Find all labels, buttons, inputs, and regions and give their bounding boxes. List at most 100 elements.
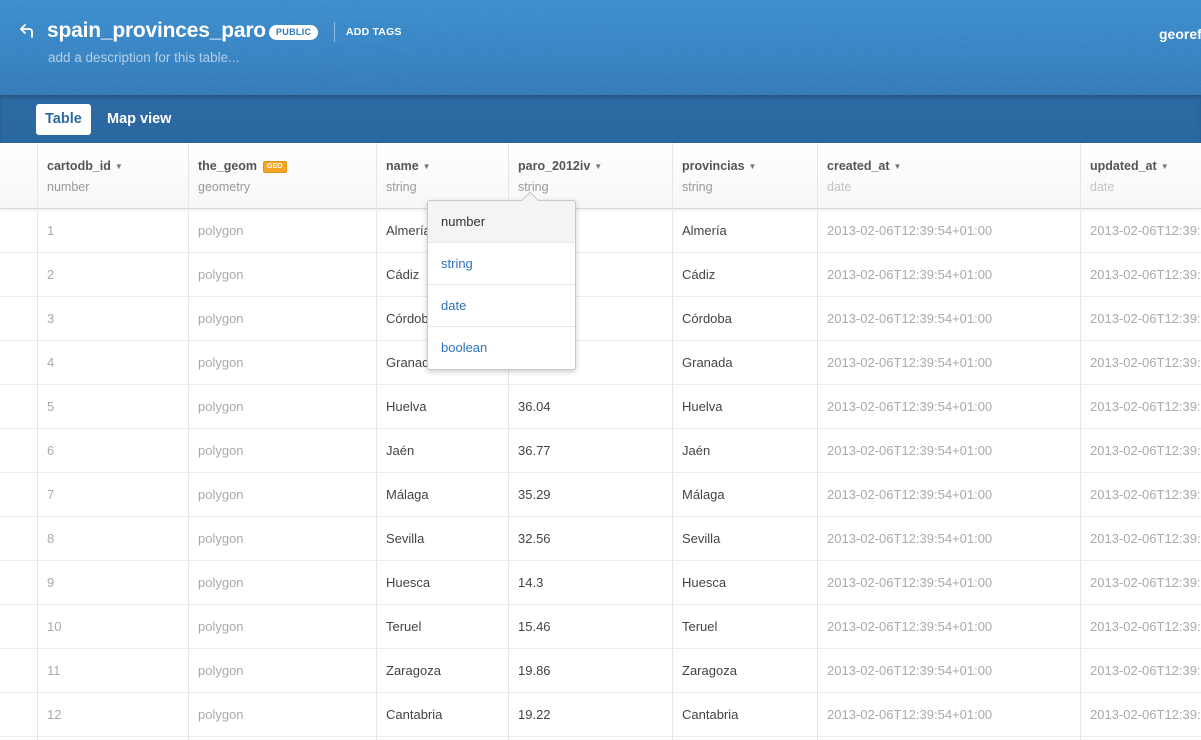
cell-cartodb-id[interactable]: 4 [47, 355, 54, 370]
type-option-number[interactable]: number [428, 201, 575, 243]
cell-provincias[interactable]: Teruel [682, 619, 717, 634]
tab-map-view[interactable]: Map view [98, 104, 180, 135]
cell-created-at[interactable]: 2013-02-06T12:39:54+01:00 [827, 663, 992, 678]
cell-name[interactable]: Sevilla [386, 531, 424, 546]
cell-paro-2012iv[interactable]: 35.29 [518, 487, 551, 502]
cell-name[interactable]: Huelva [386, 399, 426, 414]
column-type[interactable]: number [47, 180, 123, 194]
cell-the-geom[interactable]: polygon [198, 707, 244, 722]
cell-name[interactable]: Teruel [386, 619, 421, 634]
cell-created-at[interactable]: 2013-02-06T12:39:54+01:00 [827, 531, 992, 546]
cell-paro-2012iv[interactable]: 14.3 [518, 575, 543, 590]
column-name[interactable]: created_at [827, 159, 890, 173]
table-row[interactable]: 5 polygon Huelva 36.04 Huelva 2013-02-06T12:3… [0, 385, 1201, 429]
table-row[interactable]: 12 polygon Cantabria 19.22 Cantabria 2013-02-… [0, 693, 1201, 737]
cell-name[interactable]: Huesca [386, 575, 430, 590]
cell-updated-at[interactable]: 2013-02-06T12:39:54+01:00 [1090, 311, 1201, 326]
column-header-name[interactable]: name ▼ string [386, 157, 431, 194]
cell-paro-2012iv[interactable]: 15.46 [518, 619, 551, 634]
table-row[interactable]: 6 polygon Jaén 36.77 Jaén 2013-02-06T12:39:54… [0, 429, 1201, 473]
table-row[interactable]: 10 polygon Teruel 15.46 Teruel 2013-02-06T12:… [0, 605, 1201, 649]
cell-created-at[interactable]: 2013-02-06T12:39:54+01:00 [827, 355, 992, 370]
table-row[interactable]: 9 polygon Huesca 14.3 Huesca 2013-02-06T12:39… [0, 561, 1201, 605]
column-name[interactable]: paro_2012iv [518, 159, 590, 173]
column-header-the-geom[interactable]: the_geom GEO geometry [198, 157, 287, 194]
cell-paro-2012iv[interactable]: 19.86 [518, 663, 551, 678]
cell-cartodb-id[interactable]: 10 [47, 619, 61, 634]
cell-provincias[interactable]: Zaragoza [682, 663, 737, 678]
column-header-provincias[interactable]: provincias ▼ string [682, 157, 756, 194]
description-placeholder[interactable]: add a description for this table... [48, 50, 239, 65]
cell-provincias[interactable]: Cantabria [682, 707, 738, 722]
cell-created-at[interactable]: 2013-02-06T12:39:54+01:00 [827, 399, 992, 414]
table-row[interactable]: 11 polygon Zaragoza 19.86 Zaragoza 2013-02-06… [0, 649, 1201, 693]
column-name[interactable]: cartodb_id [47, 159, 111, 173]
column-type[interactable]: string [386, 180, 431, 194]
cell-the-geom[interactable]: polygon [198, 487, 244, 502]
cell-name[interactable]: Cádiz [386, 267, 419, 282]
caret-down-icon[interactable]: ▼ [1161, 162, 1169, 171]
back-arrow-icon[interactable] [18, 22, 36, 40]
column-name[interactable]: provincias [682, 159, 745, 173]
cell-provincias[interactable]: Granada [682, 355, 733, 370]
cell-cartodb-id[interactable]: 2 [47, 267, 54, 282]
cell-provincias[interactable]: Huelva [682, 399, 722, 414]
table-row[interactable]: 2 polygon Cádiz Cádiz 2013-02-06T12:39:54+01… [0, 253, 1201, 297]
privacy-badge[interactable]: PUBLIC [269, 25, 319, 40]
cell-cartodb-id[interactable]: 11 [47, 663, 61, 678]
column-type[interactable]: string [682, 180, 756, 194]
user-menu[interactable]: georef [1159, 26, 1201, 42]
cell-cartodb-id[interactable]: 3 [47, 311, 54, 326]
cell-created-at[interactable]: 2013-02-06T12:39:54+01:00 [827, 267, 992, 282]
cell-the-geom[interactable]: polygon [198, 267, 244, 282]
cell-updated-at[interactable]: 2013-02-06T12:39:54+01:00 [1090, 399, 1201, 414]
cell-name[interactable]: Jaén [386, 443, 414, 458]
cell-the-geom[interactable]: polygon [198, 399, 244, 414]
cell-updated-at[interactable]: 2013-02-06T12:39:54+01:00 [1090, 663, 1201, 678]
table-row[interactable]: 1 polygon Almería Almería 2013-02-06T12:39:5… [0, 209, 1201, 253]
column-name[interactable]: name [386, 159, 419, 173]
cell-cartodb-id[interactable]: 9 [47, 575, 54, 590]
cell-created-at[interactable]: 2013-02-06T12:39:54+01:00 [827, 443, 992, 458]
cell-the-geom[interactable]: polygon [198, 531, 244, 546]
caret-down-icon[interactable]: ▼ [594, 162, 602, 171]
cell-updated-at[interactable]: 2013-02-06T12:39:54+01:00 [1090, 531, 1201, 546]
cell-paro-2012iv[interactable]: 36.04 [518, 399, 551, 414]
cell-created-at[interactable]: 2013-02-06T12:39:54+01:00 [827, 223, 992, 238]
cell-created-at[interactable]: 2013-02-06T12:39:54+01:00 [827, 487, 992, 502]
cell-updated-at[interactable]: 2013-02-06T12:39:54+01:00 [1090, 267, 1201, 282]
cell-updated-at[interactable]: 2013-02-06T12:39:54+01:00 [1090, 707, 1201, 722]
cell-cartodb-id[interactable]: 7 [47, 487, 54, 502]
cell-updated-at[interactable]: 2013-02-06T12:39:54+01:00 [1090, 355, 1201, 370]
table-row[interactable]: 3 polygon Córdoba Córdoba 2013-02-06T12:39:5… [0, 297, 1201, 341]
table-row[interactable]: 8 polygon Sevilla 32.56 Sevilla 2013-02-06T12… [0, 517, 1201, 561]
column-header-paro-2012iv[interactable]: paro_2012iv ▼ string [518, 157, 602, 194]
cell-updated-at[interactable]: 2013-02-06T12:39:54+01:00 [1090, 223, 1201, 238]
type-option-date[interactable]: date [428, 285, 575, 327]
cell-the-geom[interactable]: polygon [198, 663, 244, 678]
cell-name[interactable]: Málaga [386, 487, 429, 502]
cell-the-geom[interactable]: polygon [198, 575, 244, 590]
cell-the-geom[interactable]: polygon [198, 355, 244, 370]
column-name[interactable]: the_geom [198, 159, 257, 173]
cell-provincias[interactable]: Almería [682, 223, 727, 238]
table-row[interactable]: 7 polygon Málaga 35.29 Málaga 2013-02-06T12:3… [0, 473, 1201, 517]
cell-created-at[interactable]: 2013-02-06T12:39:54+01:00 [827, 575, 992, 590]
cell-name[interactable]: Almería [386, 223, 431, 238]
cell-paro-2012iv[interactable]: 36.77 [518, 443, 551, 458]
caret-down-icon[interactable]: ▼ [423, 162, 431, 171]
caret-down-icon[interactable]: ▼ [749, 162, 757, 171]
cell-the-geom[interactable]: polygon [198, 443, 244, 458]
tab-table[interactable]: Table [36, 104, 91, 135]
cell-updated-at[interactable]: 2013-02-06T12:39:54+01:00 [1090, 575, 1201, 590]
cell-the-geom[interactable]: polygon [198, 311, 244, 326]
cell-provincias[interactable]: Jaén [682, 443, 710, 458]
cell-paro-2012iv[interactable]: 32.56 [518, 531, 551, 546]
cell-provincias[interactable]: Sevilla [682, 531, 720, 546]
cell-provincias[interactable]: Córdoba [682, 311, 732, 326]
column-name[interactable]: updated_at [1090, 159, 1157, 173]
cell-the-geom[interactable]: polygon [198, 223, 244, 238]
table-row[interactable]: 4 polygon Granada Granada 2013-02-06T12:39:5… [0, 341, 1201, 385]
type-option-boolean[interactable]: boolean [428, 327, 575, 369]
cell-created-at[interactable]: 2013-02-06T12:39:54+01:00 [827, 707, 992, 722]
